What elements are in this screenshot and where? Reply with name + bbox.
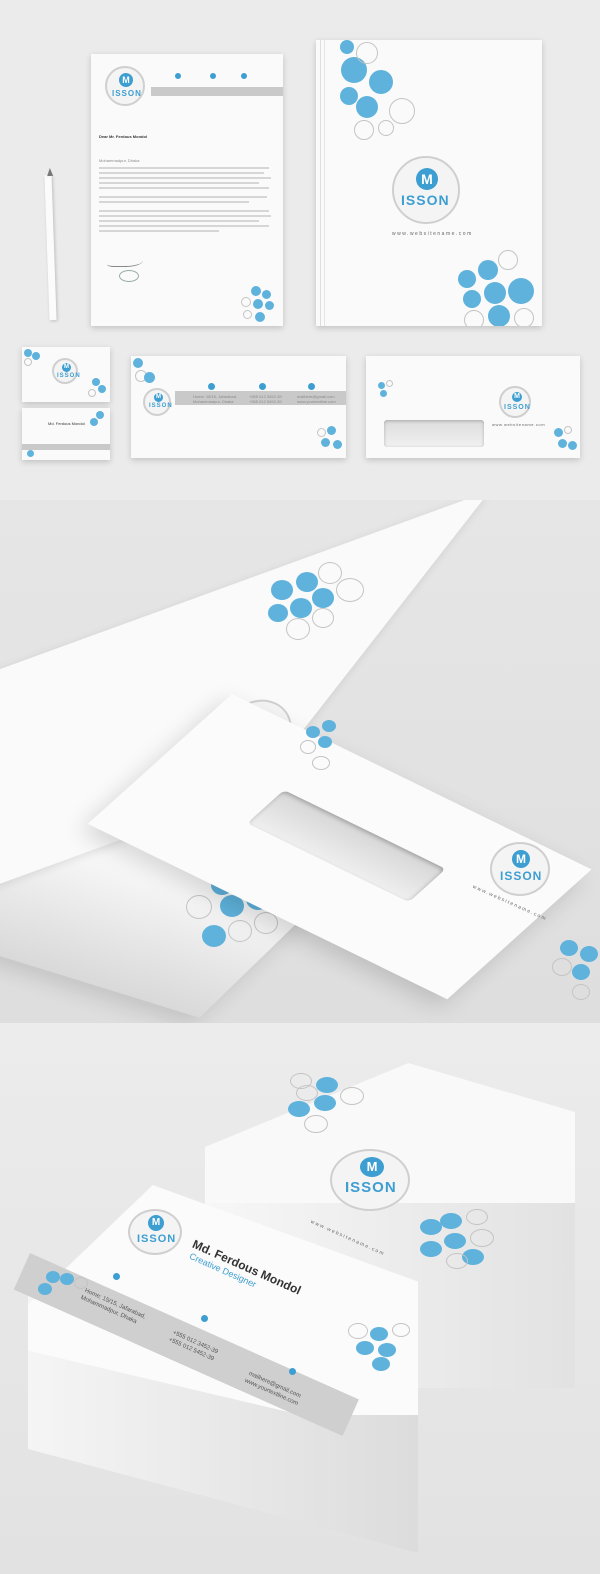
email-icon (241, 73, 247, 79)
recipient-name: Dear Mr. Ferdous Mondol (99, 134, 148, 139)
signature (107, 254, 143, 267)
business-cards-panel: M ISSON www.websitename.com M ISSON Md. … (0, 1023, 600, 1574)
envelope-logo-3d: M ISSON (490, 842, 550, 896)
pencil (44, 174, 57, 321)
stamp (119, 270, 139, 282)
folder-logo: M ISSON (392, 156, 460, 224)
letterhead-contact-bar (151, 87, 283, 96)
email-icon (289, 1368, 296, 1375)
location-pin-icon (208, 383, 215, 390)
card-front-logo: M ISSON (128, 1209, 182, 1255)
folder-website: www.websitename.com (392, 231, 473, 237)
envelope-window (384, 420, 484, 447)
email-icon (308, 383, 315, 390)
location-pin-icon (113, 1273, 120, 1280)
presentation-folder: M ISSON www.websitename.com (316, 40, 542, 326)
envelope: M ISSON www.websitename.com (366, 356, 580, 458)
business-card-front: M ISSON (22, 347, 110, 402)
phone-icon (210, 73, 216, 79)
card-back-logo: M ISSON (330, 1149, 410, 1211)
location-pin-icon (175, 73, 181, 79)
letterhead: M ISSON Dear Mr. Ferdous Mondol Mohammad… (91, 54, 283, 326)
letterhead-logo: M ISSON (105, 66, 145, 106)
pencil-tip (46, 167, 54, 177)
perspective-panel: M ISSON www.websitename.com M ISSON www.… (0, 500, 600, 1023)
overview-panel: M ISSON Dear Mr. Ferdous Mondol Mohammad… (0, 0, 600, 500)
phone-icon (259, 383, 266, 390)
compliment-slip: M ISSON Home: 15/15, Jafarabad, Mohammad… (131, 356, 346, 458)
recipient-address: Mohammadpur, Dhaka (99, 158, 140, 163)
phone-icon (201, 1315, 208, 1322)
business-card-back: Md. Ferdous Mondol (22, 408, 110, 460)
